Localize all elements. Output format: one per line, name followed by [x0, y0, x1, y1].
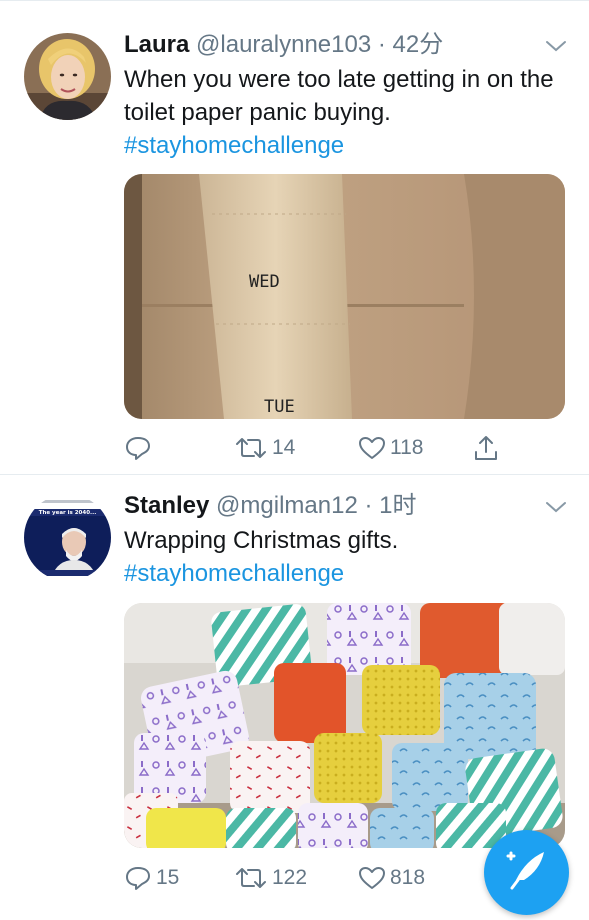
reply-count: 15	[156, 866, 180, 889]
avatar-caption: The year is 2040...	[39, 510, 97, 516]
tweet-header: Laura @lauralynne103 · 42分	[124, 31, 443, 59]
retweet-button[interactable]: 122	[234, 863, 307, 893]
tweet-actions: 14 118	[124, 433, 565, 463]
display-name[interactable]: Stanley	[124, 492, 209, 519]
tweet-text: When you were too late getting in on the…	[124, 63, 574, 162]
compose-tweet-button[interactable]	[484, 830, 569, 915]
roll-text-wed: WED	[249, 272, 280, 292]
display-name[interactable]: Laura	[124, 31, 189, 58]
user-handle[interactable]: @mgilman12	[216, 492, 358, 519]
tweet-media-image[interactable]: WED TUE	[124, 174, 565, 419]
retweet-count: 122	[272, 866, 308, 889]
user-handle[interactable]: @lauralynne103	[196, 31, 371, 58]
chevron-down-icon[interactable]	[545, 500, 567, 514]
like-button[interactable]: 118	[358, 433, 423, 463]
tweet-laura[interactable]: Laura @lauralynne103 · 42分 When you were…	[0, 0, 589, 474]
separator-dot: ·	[364, 492, 373, 519]
tweet-body: Wrapping Christmas gifts.	[124, 527, 399, 554]
tweet-media-image[interactable]	[124, 603, 565, 848]
share-icon	[475, 436, 497, 460]
retweet-icon	[236, 868, 266, 888]
retweet-count: 14	[272, 436, 296, 459]
like-count: 118	[390, 436, 424, 459]
hashtag-link[interactable]: #stayhomechallenge	[124, 129, 574, 162]
separator-dot: ·	[377, 31, 386, 58]
like-button[interactable]: 818	[358, 863, 425, 893]
avatar[interactable]	[24, 33, 111, 120]
tweet-header: Stanley @mgilman12 · 1时	[124, 492, 417, 520]
share-button[interactable]	[472, 433, 504, 463]
reply-button[interactable]: 15	[124, 863, 179, 893]
like-count: 818	[390, 866, 426, 889]
compose-icon	[506, 851, 544, 890]
like-icon	[359, 867, 385, 889]
like-icon	[359, 437, 385, 459]
hashtag-link[interactable]: #stayhomechallenge	[124, 557, 574, 590]
reply-button[interactable]	[124, 433, 156, 463]
chevron-down-icon[interactable]	[545, 39, 567, 53]
timestamp[interactable]: 1时	[379, 492, 416, 519]
avatar[interactable]: The year is 2040...	[24, 494, 111, 581]
tweet-stanley[interactable]: The year is 2040... Stanley @mgilman12 ·…	[0, 475, 589, 890]
reply-icon	[126, 867, 150, 890]
roll-text-tue: TUE	[264, 397, 295, 417]
tweet-text: Wrapping Christmas gifts. #stayhomechall…	[124, 524, 574, 590]
timestamp[interactable]: 42分	[393, 31, 444, 58]
retweet-button[interactable]: 14	[234, 433, 295, 463]
retweet-icon	[236, 438, 266, 458]
reply-icon	[126, 437, 150, 460]
tweet-body: When you were too late getting in on the…	[124, 66, 554, 126]
